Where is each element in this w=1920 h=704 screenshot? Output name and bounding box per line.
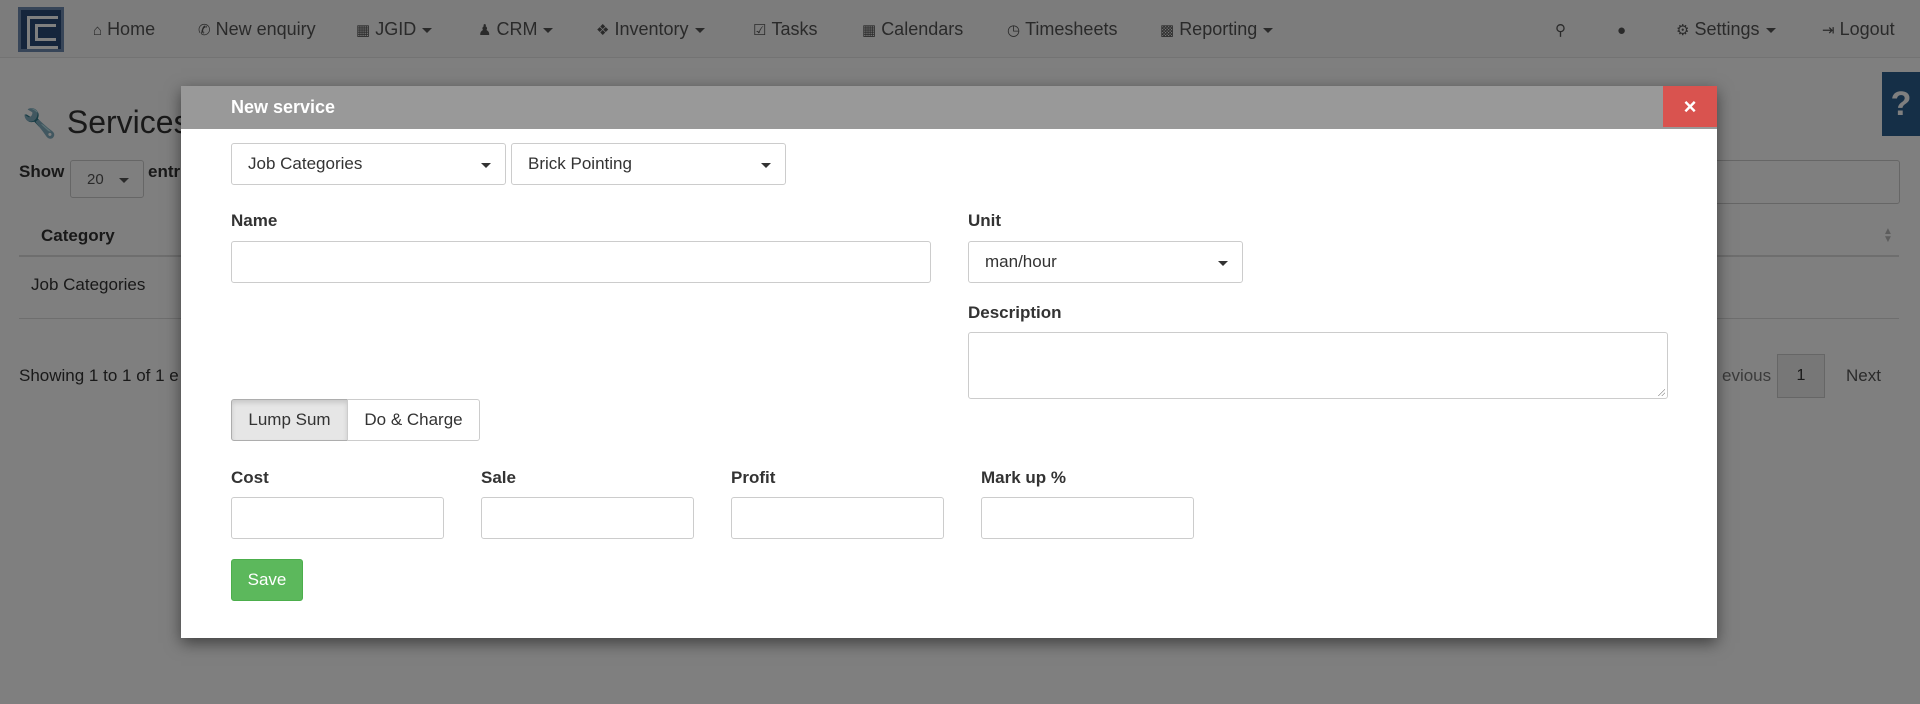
resize-handle[interactable] xyxy=(1657,388,1665,396)
name-label: Name xyxy=(231,211,278,230)
chevron-down-icon xyxy=(481,163,491,168)
name-input[interactable] xyxy=(231,241,931,283)
cost-label: Cost xyxy=(231,468,269,487)
close-icon: × xyxy=(1683,94,1697,119)
category-select[interactable]: Job Categories xyxy=(231,143,506,185)
chevron-down-icon xyxy=(761,163,771,168)
profit-label: Profit xyxy=(731,468,776,487)
cost-input[interactable] xyxy=(231,497,444,539)
modal-title: New service xyxy=(231,97,336,117)
profit-input[interactable] xyxy=(731,497,944,539)
modal-header: New service × xyxy=(181,86,1717,129)
lump-sum-toggle[interactable]: Lump Sum xyxy=(231,399,348,441)
sale-label: Sale xyxy=(481,468,516,487)
new-service-modal: New service × Job Categories Brick Point… xyxy=(181,86,1717,638)
unit-label: Unit xyxy=(968,211,1002,230)
markup-label: Mark up % xyxy=(981,468,1067,487)
chevron-down-icon xyxy=(1218,261,1228,266)
save-button[interactable]: Save xyxy=(231,559,303,601)
unit-select[interactable]: man/hour xyxy=(968,241,1243,283)
description-textarea[interactable] xyxy=(968,332,1668,399)
sale-input[interactable] xyxy=(481,497,694,539)
description-label: Description xyxy=(968,303,1062,322)
close-button[interactable]: × xyxy=(1663,86,1717,127)
markup-input[interactable] xyxy=(981,497,1194,539)
do-and-charge-toggle[interactable]: Do & Charge xyxy=(347,399,480,441)
subcategory-select[interactable]: Brick Pointing xyxy=(511,143,786,185)
